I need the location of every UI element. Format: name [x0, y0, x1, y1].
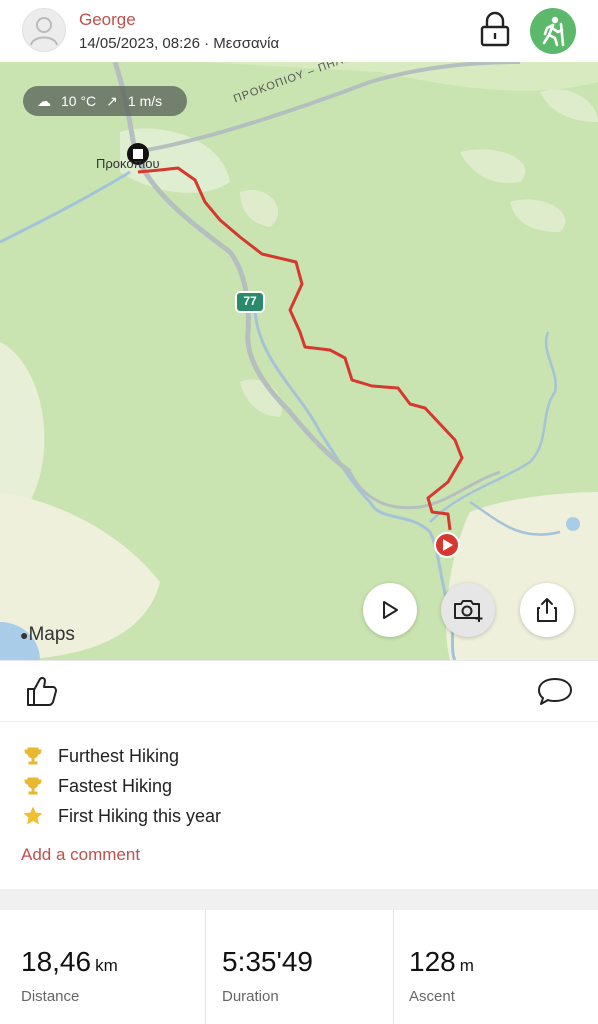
distance-unit: km [95, 956, 118, 975]
play-icon [383, 601, 398, 619]
ascent-unit: m [459, 956, 474, 975]
lock-icon[interactable] [478, 10, 512, 48]
activity-actions [0, 660, 598, 721]
share-icon [537, 598, 557, 622]
distance-label: Distance [21, 988, 80, 1005]
ascent-label: Ascent [409, 988, 455, 1005]
achievement-item: Fastest Hiking [22, 775, 172, 797]
star-icon [22, 805, 44, 827]
activity-date-location: 14/05/2023, 08:26 · Μεσσανία [79, 35, 280, 52]
activity-stats: 18,46 km Distance 5:35'49 Duration 128 m A… [0, 910, 598, 1024]
distance-value: 18,46 [21, 946, 92, 977]
weather-wind: 1 m/s [127, 93, 163, 109]
share-button[interactable] [520, 583, 574, 637]
town-label: Προκοπιου [96, 156, 160, 171]
hiking-icon[interactable] [530, 8, 576, 54]
achievement-label: Furthest Hiking [58, 745, 180, 766]
stat-divider [205, 910, 206, 1024]
user-placeholder-icon [30, 17, 58, 46]
achievement-item: Furthest Hiking [22, 745, 179, 767]
stat-divider [393, 910, 394, 1024]
comment-icon[interactable] [536, 675, 574, 709]
wind-icon: ↗ [106, 92, 118, 109]
thumbs-up-icon[interactable] [24, 673, 60, 709]
avatar[interactable] [22, 8, 66, 52]
route-number-label: 77 [243, 294, 257, 308]
activity-header: George 14/05/2023, 08:26 · Μεσσανία [0, 0, 598, 62]
duration-value: 5:35'49 [222, 946, 313, 977]
achievement-label: Fastest Hiking [58, 775, 173, 796]
camera-add-icon [454, 600, 483, 622]
route-map[interactable]: 77 ΠΡΟΚΟΠΙΟΥ – ΠΗΛΙΟΥ Προκοπιου ☁ 10 °C … [0, 62, 598, 660]
duration-label: Duration [222, 988, 279, 1005]
section-divider [0, 889, 598, 910]
maps-attribution: ●Maps [20, 624, 75, 645]
add-comment-link[interactable]: Add a comment [21, 845, 140, 865]
cloud-sun-icon: ☁ [37, 92, 51, 109]
map-canvas [0, 62, 598, 660]
weather-temperature: 10 °C [61, 93, 97, 109]
username[interactable]: George [79, 10, 136, 30]
trophy-icon [22, 775, 44, 797]
weather-badge: ☁ 10 °C ↗ 1 m/s [23, 86, 187, 116]
ascent-value: 128 [409, 946, 456, 977]
achievement-item: First Hiking this year [22, 805, 221, 827]
trophy-icon [22, 745, 44, 767]
play-button[interactable] [363, 583, 417, 637]
add-photo-button[interactable] [441, 583, 495, 637]
achievement-label: First Hiking this year [58, 805, 222, 826]
